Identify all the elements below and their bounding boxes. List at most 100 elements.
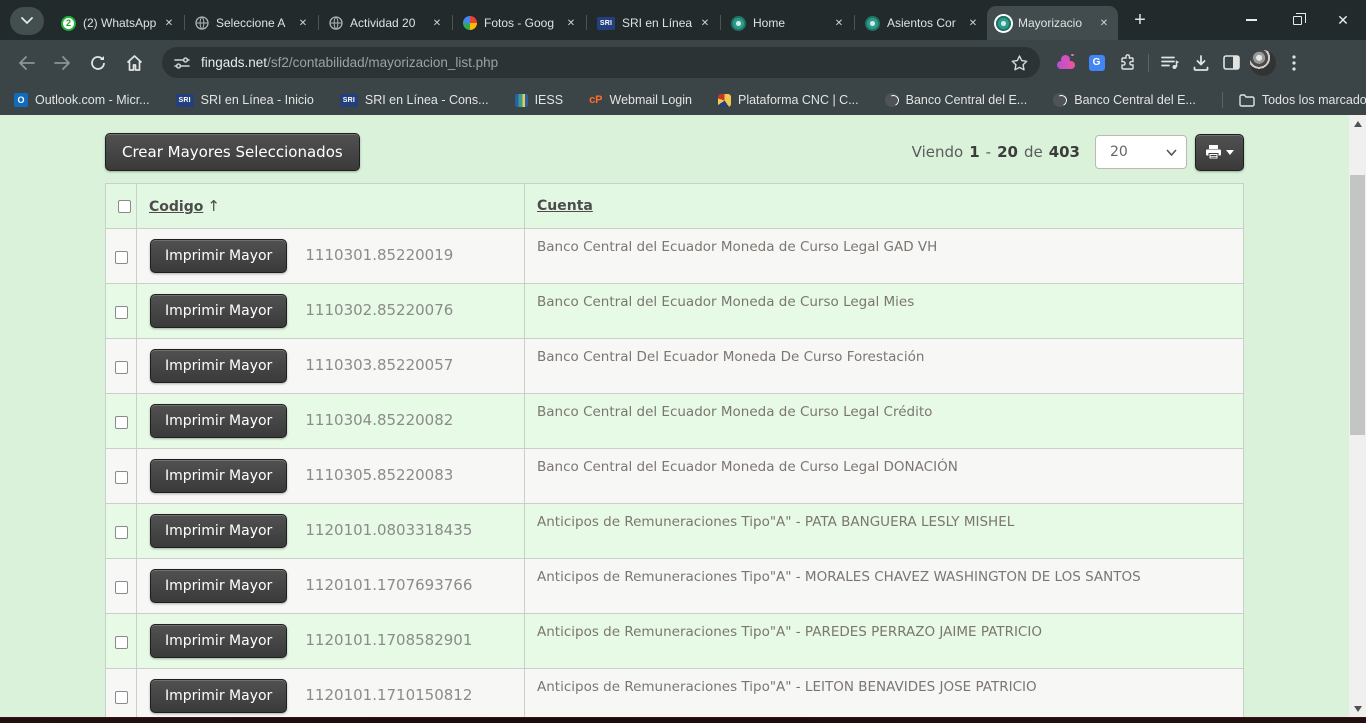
- tab-title: Actividad 20: [350, 16, 427, 30]
- imprimir-mayor-button[interactable]: Imprimir Mayor: [150, 624, 287, 658]
- table-row: Imprimir Mayor 1110305.85220083 Banco Ce…: [106, 449, 1244, 504]
- bookmark-label: Banco Central del E...: [906, 93, 1028, 107]
- extension-cloud-button[interactable]: [1050, 47, 1081, 78]
- imprimir-mayor-button[interactable]: Imprimir Mayor: [150, 459, 287, 493]
- tab-sri[interactable]: SRI SRI en Línea ✕: [588, 6, 719, 40]
- bookmark-label: Outlook.com - Micr...: [35, 93, 150, 107]
- home-button[interactable]: [118, 47, 150, 79]
- google-photos-icon: [463, 16, 477, 30]
- close-icon[interactable]: ✕: [965, 15, 981, 31]
- translate-button[interactable]: G: [1081, 47, 1112, 78]
- tab-actividad[interactable]: Actividad 20 ✕: [320, 6, 451, 40]
- close-icon[interactable]: ✕: [831, 15, 847, 31]
- codigo-header-cell: Codigo↑: [137, 184, 525, 229]
- bookmark-iess[interactable]: IESS: [515, 93, 564, 107]
- cnc-icon: [718, 94, 731, 107]
- side-panel-button[interactable]: [1216, 47, 1247, 78]
- tab-fotos[interactable]: Fotos - Goog ✕: [454, 6, 585, 40]
- table-row: Imprimir Mayor 1110303.85220057 Banco Ce…: [106, 339, 1244, 394]
- scroll-up-button[interactable]: [1349, 115, 1366, 132]
- new-tab-button[interactable]: +: [1126, 6, 1154, 34]
- tab-whatsapp[interactable]: 2 (2) WhatsApp ✕: [52, 6, 183, 40]
- bookmark-webmail[interactable]: cP Webmail Login: [589, 93, 692, 107]
- tab-seleccione[interactable]: Seleccione A ✕: [186, 6, 317, 40]
- imprimir-mayor-button[interactable]: Imprimir Mayor: [150, 514, 287, 548]
- bookmarks-separator: [1222, 92, 1223, 108]
- close-icon[interactable]: ✕: [429, 15, 445, 31]
- tab-home[interactable]: Home ✕: [722, 6, 853, 40]
- table-row: Imprimir Mayor 1120101.1708582901 Antici…: [106, 614, 1244, 669]
- sri-icon: SRI: [597, 17, 615, 30]
- browser-menu-button[interactable]: [1278, 47, 1309, 78]
- scroll-down-button[interactable]: [1349, 700, 1366, 717]
- cuenta-sort-link[interactable]: Cuenta: [537, 198, 593, 214]
- row-checkbox[interactable]: [115, 306, 128, 319]
- row-checkbox[interactable]: [115, 526, 128, 539]
- close-icon[interactable]: ✕: [295, 15, 311, 31]
- row-checkbox[interactable]: [115, 691, 128, 704]
- row-checkbox[interactable]: [115, 636, 128, 649]
- profile-button[interactable]: [1247, 47, 1278, 78]
- bookmark-star-button[interactable]: [1011, 55, 1028, 71]
- close-window-button[interactable]: ✕: [1320, 0, 1366, 40]
- cpanel-icon: cP: [589, 94, 602, 106]
- downloads-button[interactable]: [1185, 47, 1216, 78]
- imprimir-mayor-button[interactable]: Imprimir Mayor: [150, 349, 287, 383]
- imprimir-mayor-button[interactable]: Imprimir Mayor: [150, 239, 287, 273]
- row-checkbox[interactable]: [115, 581, 128, 594]
- bookmark-sri-consultas[interactable]: SRI SRI en Línea - Cons...: [340, 93, 489, 107]
- row-checkbox[interactable]: [115, 471, 128, 484]
- reload-button[interactable]: [82, 47, 114, 79]
- page-scrollbar[interactable]: [1349, 115, 1366, 717]
- bookmark-label: IESS: [535, 93, 564, 107]
- forward-button[interactable]: [46, 47, 78, 79]
- back-button[interactable]: [10, 47, 42, 79]
- extensions-button[interactable]: [1112, 47, 1143, 78]
- url-host: fingads.net: [201, 55, 267, 70]
- url-text[interactable]: fingads.net/sf2/contabilidad/mayorizacio…: [201, 55, 498, 70]
- scrollbar-thumb[interactable]: [1350, 175, 1365, 435]
- table-row: Imprimir Mayor 1110304.85220082 Banco Ce…: [106, 394, 1244, 449]
- row-checkbox[interactable]: [115, 361, 128, 374]
- bookmark-cnc[interactable]: Plataforma CNC | C...: [718, 93, 859, 107]
- imprimir-mayor-button[interactable]: Imprimir Mayor: [150, 294, 287, 328]
- outlook-icon: o: [14, 93, 28, 107]
- tab-asientos[interactable]: Asientos Cor ✕: [856, 6, 987, 40]
- bookmark-bce-1[interactable]: Banco Central del E...: [885, 93, 1028, 107]
- close-icon[interactable]: ✕: [1096, 15, 1112, 31]
- restore-icon: [1293, 16, 1302, 25]
- tab-search-button[interactable]: [10, 7, 44, 35]
- maximize-button[interactable]: [1274, 0, 1320, 40]
- bookmark-label: Plataforma CNC | C...: [738, 93, 859, 107]
- tab-title: SRI en Línea: [622, 16, 695, 30]
- imprimir-mayor-button[interactable]: Imprimir Mayor: [150, 569, 287, 603]
- imprimir-mayor-button[interactable]: Imprimir Mayor: [150, 404, 287, 438]
- tab-separator: [586, 15, 587, 30]
- close-icon[interactable]: ✕: [697, 15, 713, 31]
- bookmark-bce-2[interactable]: Banco Central del E...: [1053, 93, 1196, 107]
- page-size-select[interactable]: 20: [1095, 135, 1187, 169]
- tab-title: (2) WhatsApp: [83, 16, 159, 30]
- close-icon[interactable]: ✕: [161, 15, 177, 31]
- bookmark-label: SRI en Línea - Cons...: [365, 93, 489, 107]
- site-info-icon[interactable]: [174, 56, 190, 70]
- address-bar[interactable]: fingads.net/sf2/contabilidad/mayorizacio…: [162, 47, 1040, 78]
- row-checkbox[interactable]: [115, 251, 128, 264]
- cuenta-value: Anticipos de Remuneraciones Tipo"A" - LE…: [525, 669, 1244, 718]
- media-controls-button[interactable]: [1154, 47, 1185, 78]
- create-mayores-button[interactable]: Crear Mayores Seleccionados: [105, 133, 360, 171]
- row-checkbox[interactable]: [115, 416, 128, 429]
- bookmark-outlook[interactable]: o Outlook.com - Micr...: [14, 93, 150, 107]
- print-menu-button[interactable]: [1195, 134, 1244, 171]
- bookmark-sri-inicio[interactable]: SRI SRI en Línea - Inicio: [176, 93, 314, 107]
- minimize-button[interactable]: [1228, 0, 1274, 40]
- select-all-checkbox[interactable]: [118, 200, 131, 213]
- cuenta-value: Anticipos de Remuneraciones Tipo"A" - PA…: [525, 614, 1244, 669]
- tab-mayorizacion-active[interactable]: Mayorizacio ✕: [987, 6, 1118, 40]
- codigo-sort-link[interactable]: Codigo: [149, 199, 203, 215]
- close-icon[interactable]: ✕: [563, 15, 579, 31]
- imprimir-mayor-button[interactable]: Imprimir Mayor: [150, 679, 287, 713]
- cuenta-value: Banco Central del Ecuador Moneda de Curs…: [525, 449, 1244, 504]
- bottom-edge-strip: [0, 717, 1366, 723]
- all-bookmarks[interactable]: Todos los marcadores: [1222, 92, 1366, 108]
